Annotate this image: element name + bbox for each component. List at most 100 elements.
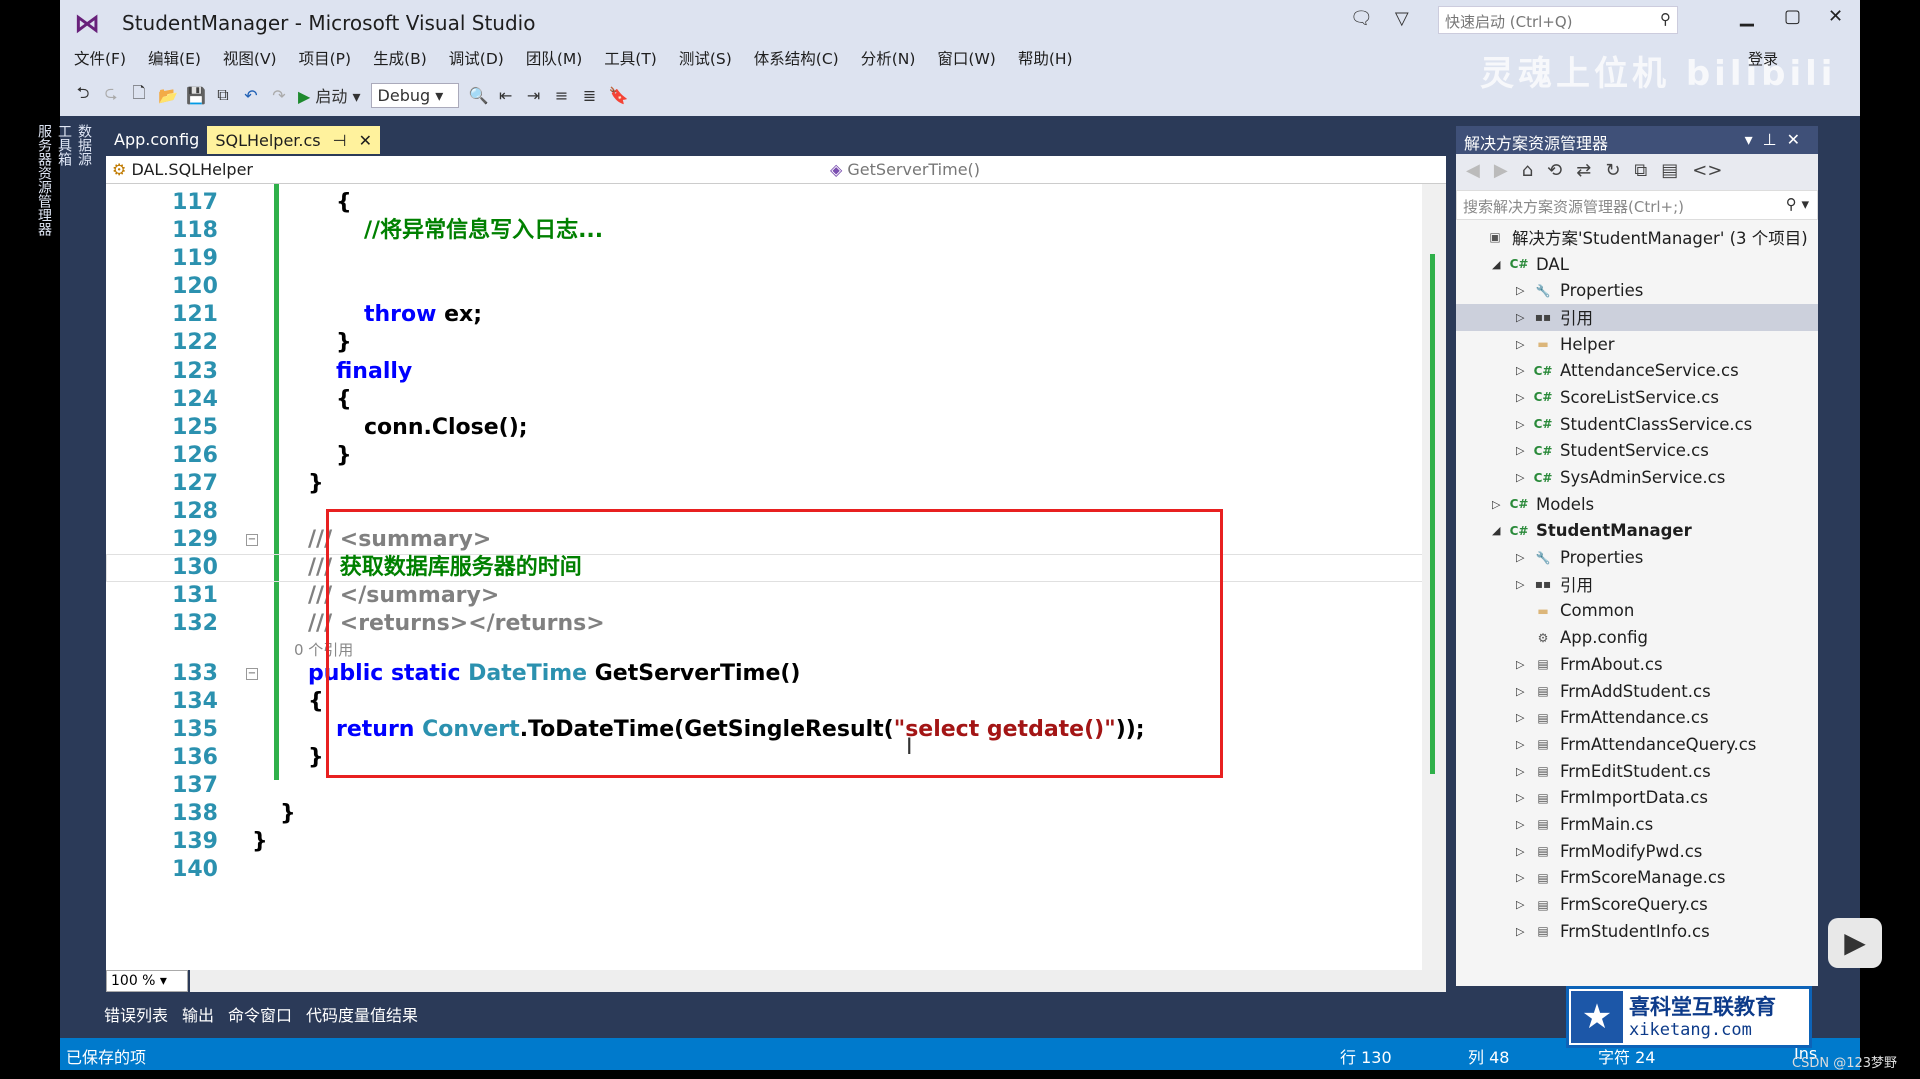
- tree-item[interactable]: ▷ ▤ FrmModifyPwd.cs: [1456, 838, 1818, 865]
- back-icon[interactable]: ◀: [1466, 160, 1480, 184]
- close-icon[interactable]: ✕: [1787, 130, 1810, 149]
- pin-icon[interactable]: ⊥: [1763, 130, 1787, 149]
- expand-arrow-icon[interactable]: ▷: [1516, 898, 1530, 911]
- menu-item[interactable]: 团队(M): [526, 47, 582, 69]
- tree-item[interactable]: ▷ ▤ FrmScoreQuery.cs: [1456, 891, 1818, 918]
- tree-item[interactable]: ▷ ▤ FrmAttendanceQuery.cs: [1456, 731, 1818, 758]
- expand-arrow-icon[interactable]: ▷: [1516, 791, 1530, 804]
- tree-item[interactable]: ▷ C# ScoreListService.cs: [1456, 384, 1818, 411]
- save-all-icon[interactable]: ⧉: [214, 85, 232, 105]
- menu-item[interactable]: 工具(T): [604, 47, 657, 69]
- close-button[interactable]: ✕: [1828, 6, 1843, 27]
- tree-item[interactable]: ▷ ▤ FrmAttendance.cs: [1456, 704, 1818, 731]
- code-line[interactable]: 125 conn.Close();: [106, 414, 1446, 442]
- tree-item[interactable]: ▷ C# StudentService.cs: [1456, 438, 1818, 465]
- expand-arrow-icon[interactable]: ▷: [1516, 871, 1530, 884]
- menu-item[interactable]: 测试(S): [679, 47, 732, 69]
- tab-command-window[interactable]: 命令窗口: [228, 1002, 292, 1026]
- expand-arrow-icon[interactable]: ▷: [1492, 498, 1506, 511]
- close-tab-icon[interactable]: ✕: [359, 131, 372, 150]
- tree-item[interactable]: ▷ ▤ FrmAbout.cs: [1456, 651, 1818, 678]
- collapse-all-icon[interactable]: ⧉: [1634, 160, 1647, 184]
- expand-arrow-icon[interactable]: ▷: [1516, 391, 1530, 404]
- code-line[interactable]: 117 {: [106, 189, 1446, 217]
- code-line[interactable]: 120: [106, 273, 1446, 301]
- code-line[interactable]: 140: [106, 856, 1446, 884]
- menu-item[interactable]: 生成(B): [373, 47, 427, 69]
- code-line[interactable]: 139}: [106, 828, 1446, 856]
- pin-icon[interactable]: ⊣: [333, 131, 347, 150]
- dropdown-icon[interactable]: ▾: [1745, 130, 1763, 149]
- collapse-icon[interactable]: −: [246, 667, 258, 680]
- code-line[interactable]: 127}: [106, 470, 1446, 498]
- member-dropdown[interactable]: ◈ GetServerTime(): [830, 160, 980, 179]
- menu-item[interactable]: 窗口(W): [937, 47, 995, 69]
- expand-arrow-icon[interactable]: ▷: [1516, 658, 1530, 671]
- expanded-arrow-icon[interactable]: ◢: [1492, 524, 1506, 537]
- show-all-files-icon[interactable]: ▤: [1661, 160, 1678, 184]
- uncomment-icon[interactable]: ≣: [581, 86, 599, 105]
- quick-launch-input[interactable]: 快速启动 (Ctrl+Q) ⚲: [1438, 6, 1678, 34]
- expand-arrow-icon[interactable]: ▷: [1516, 925, 1530, 938]
- video-play-icon[interactable]: ▶: [1828, 918, 1882, 968]
- indent-icon[interactable]: ⇤: [497, 86, 515, 105]
- tree-item[interactable]: ◢ C# StudentManager: [1456, 518, 1818, 545]
- expand-arrow-icon[interactable]: ▷: [1516, 845, 1530, 858]
- code-line[interactable]: 126}: [106, 442, 1446, 470]
- code-editor[interactable]: 117{118//将异常信息写入日志... 119 120 121 throw ex; 1…: [106, 184, 1446, 992]
- code-line[interactable]: 122}: [106, 329, 1446, 357]
- tree-item[interactable]: ▷ C# StudentClassService.cs: [1456, 411, 1818, 438]
- tree-item[interactable]: ▷ ▪▪ 引用: [1456, 571, 1818, 598]
- sync-icon[interactable]: ⇄: [1576, 160, 1591, 184]
- maximize-button[interactable]: ▢: [1784, 6, 1801, 27]
- tree-item[interactable]: ▷ C# SysAdminService.cs: [1456, 464, 1818, 491]
- expand-arrow-icon[interactable]: ▷: [1516, 418, 1530, 431]
- undo-icon[interactable]: ↶: [242, 86, 260, 105]
- menu-item[interactable]: 项目(P): [299, 47, 351, 69]
- tab-output[interactable]: 输出: [182, 1002, 214, 1026]
- zoom-dropdown[interactable]: 100 % ▾: [106, 970, 188, 992]
- tab-error-list[interactable]: 错误列表: [104, 1002, 168, 1026]
- save-icon[interactable]: 💾: [186, 86, 206, 105]
- tree-item[interactable]: ◢ C# DAL: [1456, 251, 1818, 278]
- expand-arrow-icon[interactable]: ▷: [1516, 578, 1530, 591]
- tree-item[interactable]: ⚙ App.config: [1456, 624, 1818, 651]
- tree-item[interactable]: ▷ C# AttendanceService.cs: [1456, 357, 1818, 384]
- tree-item[interactable]: ▷ ▤ FrmScoreManage.cs: [1456, 865, 1818, 892]
- expanded-arrow-icon[interactable]: ◢: [1492, 258, 1506, 271]
- login-link[interactable]: 登录: [1748, 48, 1778, 69]
- filter-icon[interactable]: ▽: [1395, 8, 1409, 29]
- menu-item[interactable]: 分析(N): [861, 47, 916, 69]
- expand-arrow-icon[interactable]: ▷: [1516, 471, 1530, 484]
- back-icon[interactable]: ⮌: [74, 82, 92, 109]
- tree-item[interactable]: ▬ Common: [1456, 598, 1818, 625]
- code-line[interactable]: 118 //将异常信息写入日志...: [106, 217, 1446, 245]
- menu-item[interactable]: 体系结构(C): [754, 47, 839, 69]
- expand-arrow-icon[interactable]: ▷: [1516, 711, 1530, 724]
- configuration-dropdown[interactable]: Debug ▾: [370, 82, 459, 108]
- expand-arrow-icon[interactable]: ▷: [1516, 551, 1530, 564]
- expand-arrow-icon[interactable]: ▷: [1516, 284, 1530, 297]
- bookmark-icon[interactable]: 🔖: [609, 86, 629, 105]
- code-line[interactable]: 121 throw ex;: [106, 301, 1446, 329]
- horizontal-scrollbar[interactable]: [190, 970, 1446, 992]
- expand-arrow-icon[interactable]: ▷: [1516, 364, 1530, 377]
- new-project-icon[interactable]: 🗋: [130, 82, 148, 109]
- class-dropdown[interactable]: ⚙ DAL.SQLHelper: [112, 160, 253, 179]
- toolbox-tab[interactable]: 工具箱: [54, 124, 74, 330]
- expand-arrow-icon[interactable]: ▷: [1516, 444, 1530, 457]
- feedback-icon[interactable]: 🗨: [1350, 8, 1373, 29]
- refresh-icon[interactable]: ↻: [1605, 160, 1620, 184]
- open-icon[interactable]: 📂: [158, 86, 178, 105]
- expand-arrow-icon[interactable]: ▷: [1516, 311, 1530, 324]
- tab-app-config[interactable]: App.config: [106, 126, 207, 154]
- solution-search-input[interactable]: 搜索解决方案资源管理器(Ctrl+;) ⚲ ▾: [1456, 190, 1818, 220]
- redo-icon[interactable]: ↷: [270, 86, 288, 105]
- minimize-button[interactable]: ▁: [1740, 6, 1754, 27]
- tree-item[interactable]: ▷ ▬ Helper: [1456, 331, 1818, 358]
- expand-arrow-icon[interactable]: ▷: [1516, 765, 1530, 778]
- home-icon[interactable]: ⌂: [1522, 160, 1533, 184]
- expand-arrow-icon[interactable]: ▷: [1516, 685, 1530, 698]
- tree-item[interactable]: ▷ ▤ FrmMain.cs: [1456, 811, 1818, 838]
- menu-item[interactable]: 编辑(E): [148, 47, 201, 69]
